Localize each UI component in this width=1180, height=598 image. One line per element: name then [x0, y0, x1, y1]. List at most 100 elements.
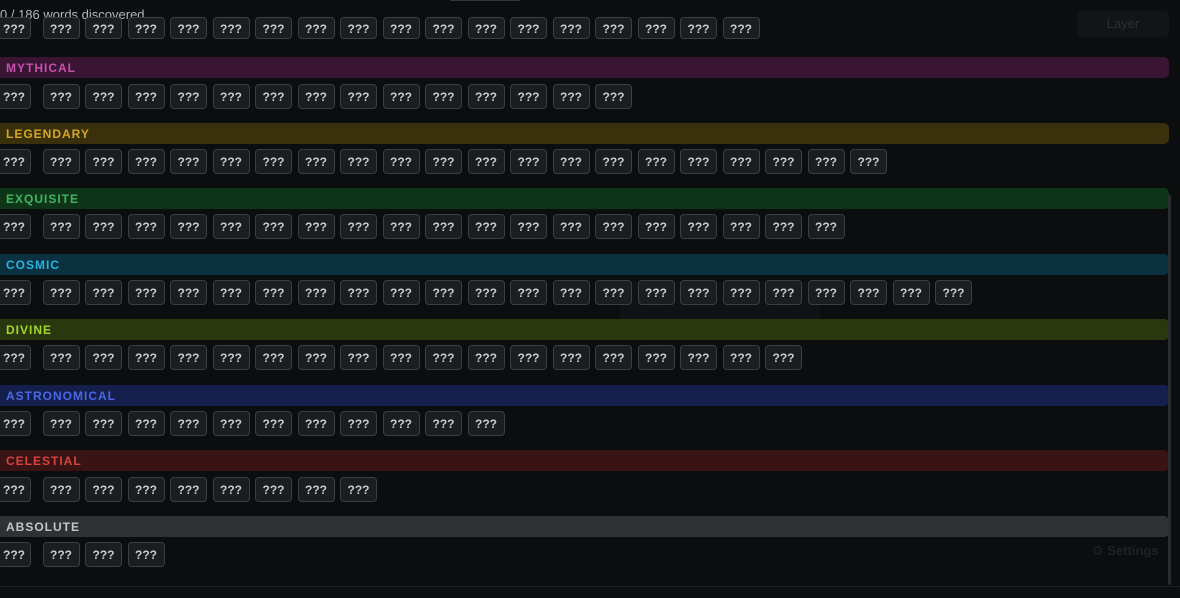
word-tile[interactable]: ???: [255, 477, 292, 502]
word-tile[interactable]: ???: [170, 84, 207, 109]
scrollbar[interactable]: [1168, 195, 1171, 585]
word-tile[interactable]: ???: [467, 84, 505, 109]
word-tile[interactable]: ???: [85, 477, 122, 502]
word-tile[interactable]: ???: [0, 17, 31, 39]
word-tile[interactable]: ???: [680, 17, 717, 39]
word-tile[interactable]: ???: [892, 280, 930, 305]
word-tile[interactable]: ???: [765, 345, 802, 370]
word-tile[interactable]: ???: [382, 345, 420, 370]
word-tile[interactable]: ???: [552, 17, 590, 39]
word-tile[interactable]: ???: [552, 280, 590, 305]
word-tile[interactable]: ???: [255, 280, 292, 305]
word-tile[interactable]: ???: [127, 17, 165, 39]
word-tile[interactable]: ???: [637, 149, 675, 174]
word-tile[interactable]: ???: [170, 214, 207, 239]
word-tile[interactable]: ???: [297, 345, 335, 370]
word-tile[interactable]: ???: [170, 477, 207, 502]
word-tile[interactable]: ???: [467, 17, 505, 39]
word-tile[interactable]: ???: [297, 477, 335, 502]
word-tile[interactable]: ???: [340, 17, 377, 39]
word-tile[interactable]: ???: [765, 280, 802, 305]
word-tile[interactable]: ???: [382, 411, 420, 436]
word-tile[interactable]: ???: [0, 280, 31, 305]
word-tile[interactable]: ???: [255, 345, 292, 370]
word-tile[interactable]: ???: [297, 214, 335, 239]
word-tile[interactable]: ???: [510, 84, 547, 109]
word-tile[interactable]: ???: [212, 214, 250, 239]
word-tile[interactable]: ???: [85, 411, 122, 436]
word-tile[interactable]: ???: [85, 214, 122, 239]
word-tile[interactable]: ???: [85, 84, 122, 109]
word-tile[interactable]: ???: [170, 345, 207, 370]
word-tile[interactable]: ???: [467, 149, 505, 174]
word-tile[interactable]: ???: [382, 84, 420, 109]
word-tile[interactable]: ???: [42, 17, 80, 39]
word-tile[interactable]: ???: [552, 345, 590, 370]
word-tile[interactable]: ???: [0, 214, 31, 239]
word-tile[interactable]: ???: [0, 411, 31, 436]
word-tile[interactable]: ???: [722, 345, 760, 370]
word-tile[interactable]: ???: [680, 280, 717, 305]
word-tile[interactable]: ???: [850, 280, 887, 305]
word-tile[interactable]: ???: [595, 84, 632, 109]
word-tile[interactable]: ???: [722, 214, 760, 239]
word-tile[interactable]: ???: [170, 149, 207, 174]
word-tile[interactable]: ???: [425, 214, 462, 239]
word-tile[interactable]: ???: [850, 149, 887, 174]
word-tile[interactable]: ???: [595, 280, 632, 305]
word-tile[interactable]: ???: [170, 17, 207, 39]
word-tile[interactable]: ???: [425, 84, 462, 109]
word-tile[interactable]: ???: [340, 84, 377, 109]
word-tile[interactable]: ???: [85, 17, 122, 39]
word-tile[interactable]: ???: [637, 214, 675, 239]
word-tile[interactable]: ???: [42, 214, 80, 239]
word-tile[interactable]: ???: [722, 280, 760, 305]
word-tile[interactable]: ???: [467, 411, 505, 436]
word-tile[interactable]: ???: [0, 149, 31, 174]
word-tile[interactable]: ???: [510, 17, 547, 39]
word-tile[interactable]: ???: [127, 411, 165, 436]
word-tile[interactable]: ???: [595, 17, 632, 39]
word-tile[interactable]: ???: [85, 542, 122, 567]
word-tile[interactable]: ???: [510, 214, 547, 239]
word-tile[interactable]: ???: [425, 345, 462, 370]
word-tile[interactable]: ???: [42, 542, 80, 567]
word-tile[interactable]: ???: [807, 214, 845, 239]
word-tile[interactable]: ???: [297, 84, 335, 109]
word-tile[interactable]: ???: [127, 542, 165, 567]
word-tile[interactable]: ???: [637, 345, 675, 370]
word-tile[interactable]: ???: [340, 477, 377, 502]
word-tile[interactable]: ???: [722, 149, 760, 174]
word-tile[interactable]: ???: [807, 280, 845, 305]
word-tile[interactable]: ???: [42, 477, 80, 502]
word-tile[interactable]: ???: [0, 542, 31, 567]
word-tile[interactable]: ???: [340, 345, 377, 370]
word-tile[interactable]: ???: [297, 280, 335, 305]
word-tile[interactable]: ???: [170, 411, 207, 436]
word-tile[interactable]: ???: [85, 345, 122, 370]
word-tile[interactable]: ???: [510, 280, 547, 305]
word-tile[interactable]: ???: [425, 411, 462, 436]
word-tile[interactable]: ???: [297, 411, 335, 436]
word-tile[interactable]: ???: [680, 149, 717, 174]
word-tile[interactable]: ???: [467, 214, 505, 239]
word-tile[interactable]: ???: [595, 345, 632, 370]
word-tile[interactable]: ???: [467, 280, 505, 305]
word-tile[interactable]: ???: [212, 280, 250, 305]
word-tile[interactable]: ???: [85, 149, 122, 174]
word-tile[interactable]: ???: [127, 280, 165, 305]
word-tile[interactable]: ???: [807, 149, 845, 174]
word-tile[interactable]: ???: [425, 149, 462, 174]
word-tile[interactable]: ???: [552, 84, 590, 109]
word-tile[interactable]: ???: [127, 345, 165, 370]
word-tile[interactable]: ???: [85, 280, 122, 305]
word-tile[interactable]: ???: [127, 84, 165, 109]
word-tile[interactable]: ???: [637, 280, 675, 305]
word-tile[interactable]: ???: [127, 477, 165, 502]
word-tile[interactable]: ???: [340, 214, 377, 239]
word-tile[interactable]: ???: [212, 17, 250, 39]
word-tile[interactable]: ???: [425, 17, 462, 39]
word-tile[interactable]: ???: [935, 280, 972, 305]
word-tile[interactable]: ???: [42, 280, 80, 305]
word-tile[interactable]: ???: [255, 17, 292, 39]
